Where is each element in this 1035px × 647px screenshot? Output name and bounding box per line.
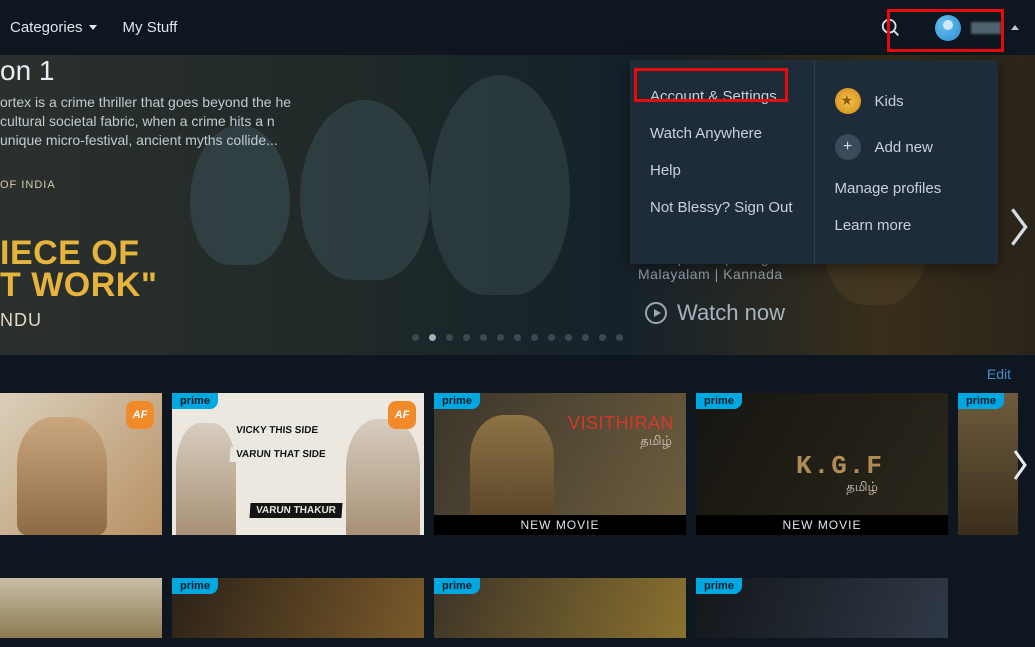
categories-menu[interactable]: Categories (10, 19, 97, 36)
plus-icon: + (835, 134, 861, 160)
play-icon (645, 302, 667, 324)
card-tag: VARUN THAKUR (249, 503, 342, 518)
learn-more-link[interactable]: Learn more (835, 207, 979, 244)
dropdown-right-col: Kids + Add new Manage profiles Learn mor… (815, 60, 999, 264)
dropdown-left-col: Account & Settings Watch Anywhere Help N… (630, 60, 815, 264)
kids-label: Kids (875, 93, 904, 110)
watch-now-label: Watch now (677, 300, 785, 326)
pager-dot[interactable] (548, 334, 555, 341)
prime-badge: prime (172, 393, 218, 409)
af-badge-icon: AF (126, 401, 154, 429)
card-tag: VARUN THAT SIDE (229, 447, 332, 462)
pager-dot[interactable] (480, 334, 487, 341)
profile-dropdown: Account & Settings Watch Anywhere Help N… (630, 60, 998, 264)
watch-anywhere-link[interactable]: Watch Anywhere (650, 115, 794, 152)
pager-dot[interactable] (531, 334, 538, 341)
new-movie-banner: NEW MOVIE (696, 515, 948, 535)
content-card[interactable]: prime (172, 578, 424, 638)
pager-dot[interactable] (497, 334, 504, 341)
prime-badge: prime (696, 393, 742, 409)
pager-dot[interactable] (463, 334, 470, 341)
new-movie-banner: NEW MOVIE (434, 515, 686, 535)
help-link[interactable]: Help (650, 152, 794, 189)
search-button[interactable] (879, 16, 903, 40)
pager-dot[interactable] (429, 334, 436, 341)
prime-badge: prime (958, 393, 1004, 409)
pager-dot[interactable] (412, 334, 419, 341)
hero-next-button[interactable] (1005, 205, 1033, 254)
pager-dot[interactable] (514, 334, 521, 341)
hero-pager (0, 334, 1035, 341)
kids-icon (835, 88, 861, 114)
hero-description: ortex is a crime thriller that goes beyo… (0, 93, 300, 150)
prime-badge: prime (434, 393, 480, 409)
content-card[interactable]: prime AF VICKY THIS SIDE VARUN THAT SIDE… (172, 393, 424, 535)
prime-badge: prime (172, 578, 218, 594)
card-tag: VICKY THIS SIDE (229, 423, 324, 438)
pager-dot[interactable] (565, 334, 572, 341)
content-card[interactable]: prime (696, 578, 948, 638)
username-label (971, 22, 1001, 34)
content-card[interactable] (0, 578, 162, 638)
hero-text-overlay: on 1 ortex is a crime thriller that goes… (0, 55, 300, 355)
af-badge-icon: AF (388, 401, 416, 429)
chevron-up-icon (1011, 25, 1019, 30)
hero-title: on 1 (0, 55, 300, 87)
sign-out-link[interactable]: Not Blessy? Sign Out (650, 189, 794, 226)
decorative-figure (470, 415, 554, 521)
pager-dot[interactable] (446, 334, 453, 341)
hero-tagline: OF INDIA (0, 179, 56, 191)
row-next-button[interactable] (1009, 445, 1033, 490)
mystuff-link[interactable]: My Stuff (123, 19, 178, 36)
add-new-label: Add new (875, 139, 933, 156)
pager-dot[interactable] (599, 334, 606, 341)
content-card[interactable]: prime K.G.F தமிழ் NEW MOVIE (696, 393, 948, 535)
search-icon (880, 17, 902, 39)
row-header: Edit (0, 355, 1035, 393)
content-card[interactable]: prime VISITHIRAN தமிழ் NEW MOVIE (434, 393, 686, 535)
avatar-icon (935, 15, 961, 41)
decorative-figure (17, 417, 107, 535)
top-nav: Categories My Stuff (0, 0, 1035, 55)
hero-quote: IECE OFT WORK" (0, 237, 157, 302)
card-subtitle: தமிழ் (640, 433, 672, 450)
account-settings-link[interactable]: Account & Settings (650, 78, 794, 115)
chevron-right-icon (1005, 205, 1033, 249)
card-title: VISITHIRAN (568, 413, 674, 434)
decorative-figure (346, 419, 420, 535)
content-card[interactable]: prime (434, 578, 686, 638)
card-title: K.G.F (796, 451, 884, 481)
chevron-right-icon (1009, 445, 1033, 485)
pager-dot[interactable] (616, 334, 623, 341)
prime-badge: prime (696, 578, 742, 594)
profile-menu-button[interactable] (929, 11, 1025, 45)
categories-label: Categories (10, 19, 83, 36)
card-subtitle: தமிழ் (846, 479, 878, 496)
kids-profile-link[interactable]: Kids (835, 78, 979, 124)
add-profile-link[interactable]: + Add new (835, 124, 979, 170)
chevron-down-icon (89, 25, 97, 30)
prime-badge: prime (434, 578, 480, 594)
edit-row-link[interactable]: Edit (987, 366, 1011, 382)
pager-dot[interactable] (582, 334, 589, 341)
mystuff-label: My Stuff (123, 19, 178, 36)
content-row-2: prime prime prime (0, 578, 1035, 638)
manage-profiles-link[interactable]: Manage profiles (835, 170, 979, 207)
content-row-1: AF prime AF VICKY THIS SIDE VARUN THAT S… (0, 393, 1035, 538)
hero-attribution: NDU (0, 310, 42, 331)
content-card[interactable]: AF (0, 393, 162, 535)
decorative-figure (176, 423, 236, 535)
watch-now-button[interactable]: Watch now (645, 300, 785, 326)
